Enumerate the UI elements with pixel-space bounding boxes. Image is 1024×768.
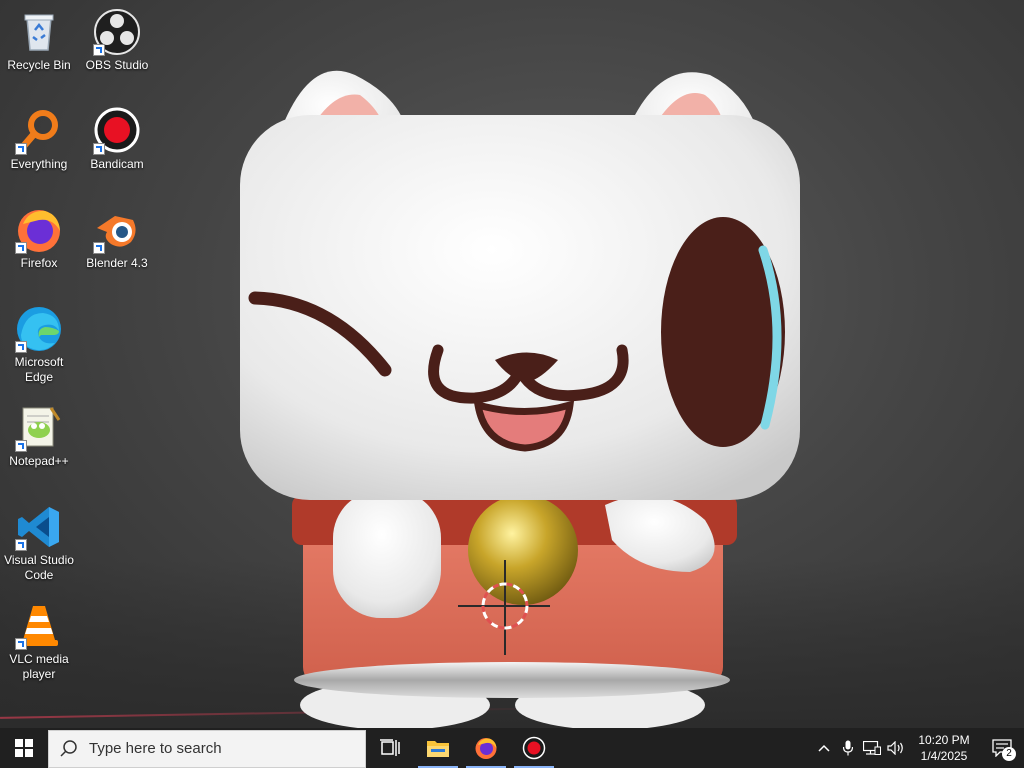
desktop-icon-label: Blender 4.3 xyxy=(86,256,148,270)
desktop-icon-label: Recycle Bin xyxy=(7,58,71,72)
taskbar-bandicam[interactable] xyxy=(510,728,558,768)
everything-search-icon xyxy=(15,107,63,155)
search-placeholder: Type here to search xyxy=(89,740,222,757)
shortcut-arrow-icon xyxy=(15,638,27,650)
blender-icon xyxy=(93,206,141,254)
desktop-icon-label: OBS Studio xyxy=(85,58,149,72)
desktop-icon-microsoft-edge[interactable]: Microsoft Edge xyxy=(1,305,77,385)
vlc-icon xyxy=(15,602,63,650)
shortcut-arrow-icon xyxy=(15,341,27,353)
volume-tray-button[interactable] xyxy=(884,728,908,768)
taskbar-search-box[interactable]: Type here to search xyxy=(48,729,366,768)
chevron-up-icon xyxy=(818,744,830,752)
bandicam-icon xyxy=(93,107,141,155)
bandicam-icon xyxy=(522,736,546,760)
desktop-icon-label: Microsoft Edge xyxy=(14,355,64,384)
taskbar-file-explorer[interactable] xyxy=(414,728,462,768)
shortcut-arrow-icon xyxy=(93,143,105,155)
desktop-icon-label: Notepad++ xyxy=(9,454,69,468)
desktop-icon-notepad-plus-plus[interactable]: Notepad++ xyxy=(1,404,77,469)
desktop-icon-blender[interactable]: Blender 4.3 xyxy=(79,206,155,271)
shortcut-arrow-icon xyxy=(93,242,105,254)
taskbar-clock[interactable]: 10:20 PM 1/4/2025 xyxy=(908,732,980,764)
clock-time: 10:20 PM xyxy=(918,733,970,747)
taskbar: Type here to search 10:20 PM 1/4/2025 2 xyxy=(0,728,1024,768)
desktop-icon-everything[interactable]: Everything xyxy=(1,107,77,172)
taskbar-firefox[interactable] xyxy=(462,728,510,768)
desktop-icon-obs-studio[interactable]: OBS Studio xyxy=(79,8,155,73)
speaker-icon xyxy=(887,741,903,755)
notification-count-badge: 2 xyxy=(1002,747,1016,761)
desktop-icon-bandicam[interactable]: Bandicam xyxy=(79,107,155,172)
network-tray-button[interactable] xyxy=(860,728,884,768)
desktop-icon-label: Firefox xyxy=(20,256,58,270)
clock-date: 1/4/2025 xyxy=(920,749,968,763)
edge-icon xyxy=(15,305,63,353)
microphone-icon xyxy=(843,740,853,756)
windows-logo-icon xyxy=(15,739,33,757)
task-view-icon xyxy=(380,739,400,756)
vscode-icon xyxy=(15,503,63,551)
desktop-icon-visual-studio-code[interactable]: Visual Studio Code xyxy=(1,503,77,583)
shortcut-arrow-icon xyxy=(15,440,27,452)
shortcut-arrow-icon xyxy=(15,143,27,155)
desktop-icon-label: Visual Studio Code xyxy=(4,553,74,582)
action-center-button[interactable]: 2 xyxy=(980,728,1024,768)
microphone-tray-button[interactable] xyxy=(836,728,860,768)
task-view-button[interactable] xyxy=(366,728,414,768)
system-tray: 10:20 PM 1/4/2025 2 xyxy=(812,728,1024,768)
network-icon xyxy=(863,741,881,755)
show-hidden-icons-button[interactable] xyxy=(812,728,836,768)
recycle-bin-icon xyxy=(15,8,63,56)
start-button[interactable] xyxy=(0,728,48,768)
shortcut-arrow-icon xyxy=(15,242,27,254)
shortcut-arrow-icon xyxy=(15,539,27,551)
shortcut-arrow-icon xyxy=(93,44,105,56)
firefox-icon xyxy=(15,206,63,254)
desktop-icon-label: Everything xyxy=(10,157,68,171)
search-icon xyxy=(49,739,89,758)
folder-icon xyxy=(427,741,449,757)
notepad-plus-plus-icon xyxy=(15,404,63,452)
obs-studio-icon xyxy=(93,8,141,56)
desktop-icon-label: VLC media player xyxy=(9,652,69,681)
desktop-icon-recycle-bin[interactable]: Recycle Bin xyxy=(1,8,77,73)
firefox-icon xyxy=(475,738,497,759)
desktop-icon-firefox[interactable]: Firefox xyxy=(1,206,77,271)
desktop-icon-label: Bandicam xyxy=(90,157,144,171)
desktop-icon-vlc-media-player[interactable]: VLC media player xyxy=(1,602,77,682)
